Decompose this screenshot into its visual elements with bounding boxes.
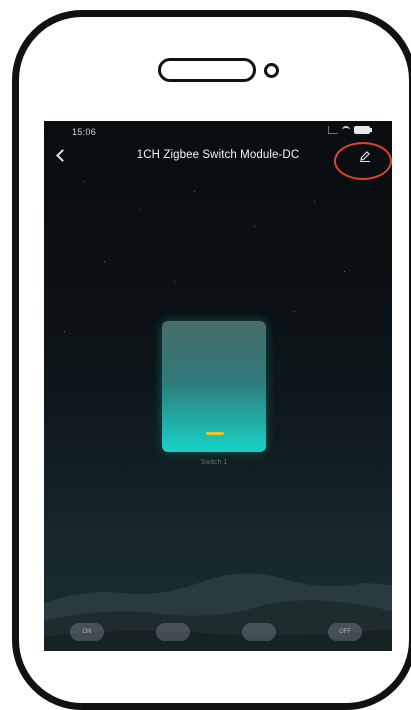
phone-camera — [264, 63, 279, 78]
action-button-3[interactable] — [242, 623, 276, 641]
action-button-on[interactable]: ON — [70, 623, 104, 641]
phone-speaker — [158, 58, 256, 82]
edit-highlight-ring — [334, 142, 392, 180]
action-button-2[interactable] — [156, 623, 190, 641]
status-icons — [328, 126, 372, 134]
battery-icon — [354, 126, 372, 134]
wifi-icon — [342, 126, 350, 134]
status-time: 15:06 — [72, 127, 97, 137]
signal-icon — [328, 126, 338, 134]
app-screen: 15:06 1CH Zigbee Switch Module-DC Switch… — [44, 121, 392, 651]
action-button-off[interactable]: OFF — [328, 623, 362, 641]
switch-indicator — [206, 432, 224, 435]
status-bar: 15:06 — [44, 121, 392, 141]
switch-toggle-card[interactable] — [162, 321, 266, 452]
switch-label: Switch 1 — [200, 459, 228, 466]
bottom-action-bar: ON OFF — [44, 615, 392, 645]
